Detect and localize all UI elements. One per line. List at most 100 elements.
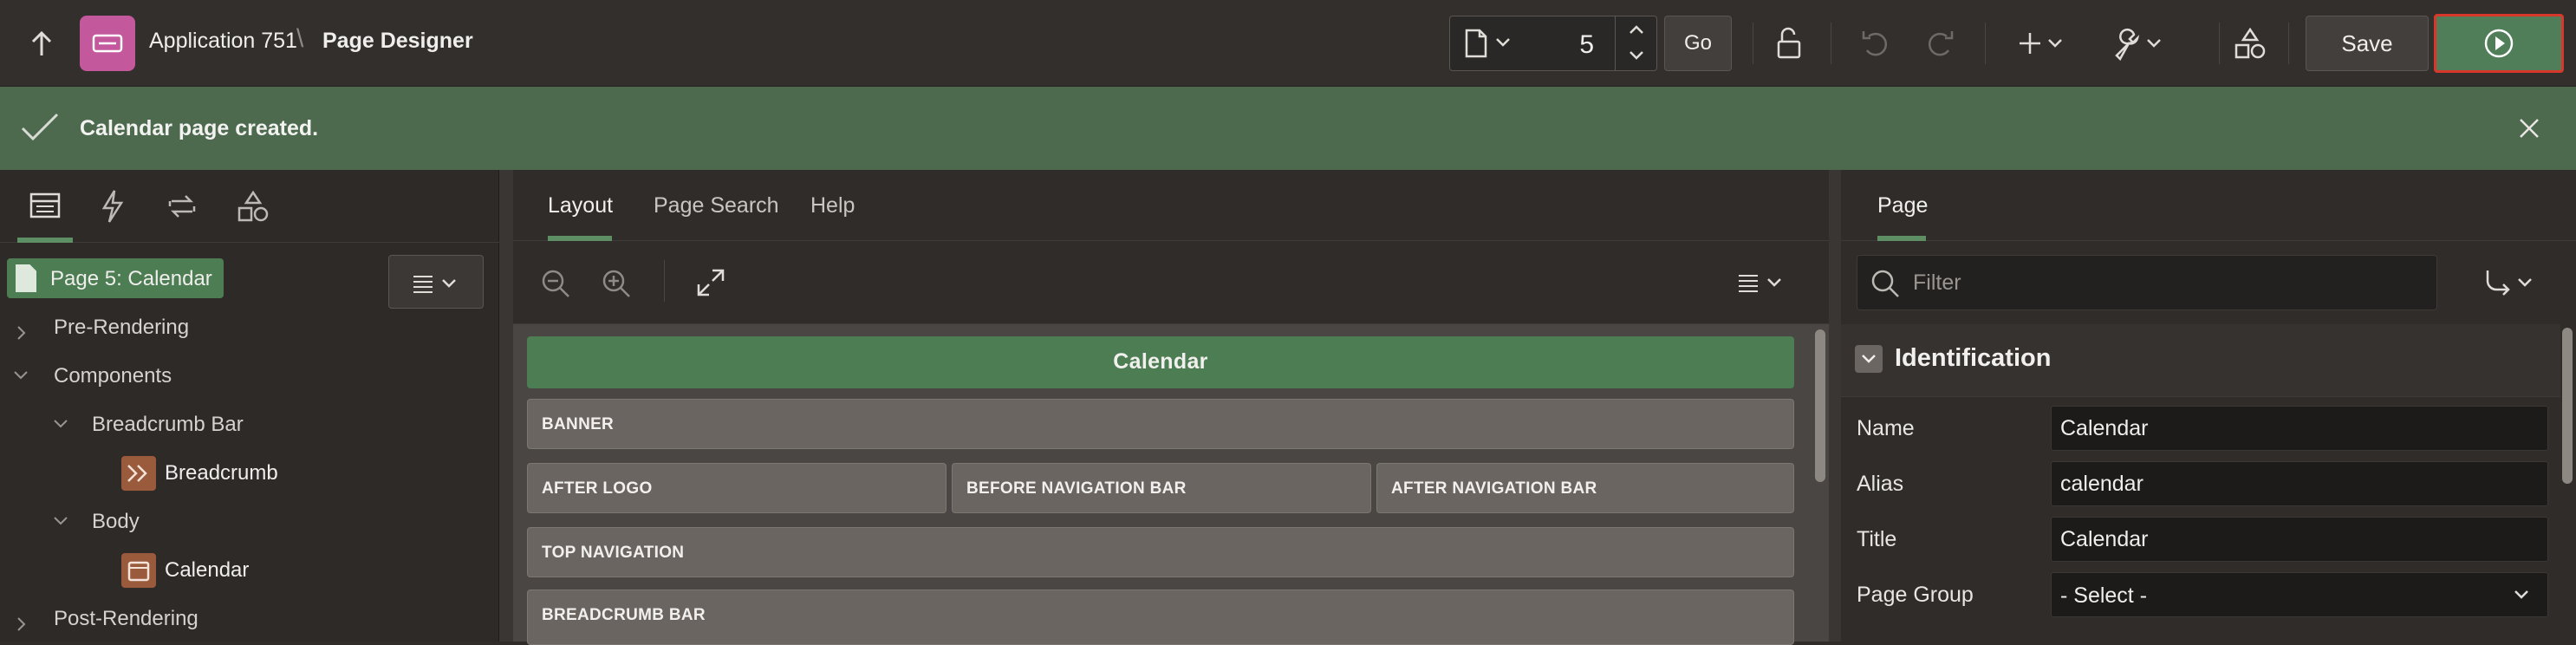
chevron-down-icon: [2513, 589, 2530, 601]
center-tabs: Layout Page Search Help: [513, 170, 1829, 241]
chevron-right-icon[interactable]: [16, 324, 28, 342]
breadcrumb-application[interactable]: Application 751: [149, 29, 297, 54]
chevron-down-icon[interactable]: [12, 369, 29, 381]
position-after-logo[interactable]: AFTER LOGO: [527, 463, 946, 513]
breadcrumb-separator: \: [296, 24, 304, 53]
toolbar-divider: [2288, 23, 2289, 64]
tab-dynamic-actions-icon[interactable]: [97, 189, 128, 224]
toolbar-divider: [1985, 23, 1986, 64]
tree-node-components[interactable]: Components: [54, 364, 172, 388]
rendering-tree-pane: Page 5: Calendar Pre-Rendering Component…: [0, 170, 499, 642]
layout-scrollbar[interactable]: [1815, 329, 1825, 482]
zoom-out-icon[interactable]: [539, 267, 572, 300]
spinner-divider: [1615, 16, 1616, 70]
breadcrumb-region-icon: [121, 456, 156, 491]
success-banner: Calendar page created.: [0, 87, 2576, 170]
banner-message: Calendar page created.: [80, 116, 319, 140]
spinner-up-icon[interactable]: [1627, 22, 1646, 37]
tab-page-search[interactable]: Page Search: [654, 193, 779, 218]
prop-alias-field[interactable]: [2051, 461, 2548, 506]
close-icon[interactable]: [2517, 116, 2541, 140]
active-tab-indicator: [17, 238, 73, 243]
tab-shared-components-icon[interactable]: [236, 189, 270, 224]
position-label: AFTER LOGO: [542, 479, 653, 498]
property-editor-pane: Page Identification Name Alias Title Pag…: [1841, 170, 2576, 642]
tree-menu-button[interactable]: [388, 255, 484, 309]
go-button[interactable]: Go: [1664, 16, 1732, 71]
tree-node-body[interactable]: Body: [92, 510, 140, 534]
application-icon[interactable]: [80, 16, 135, 71]
tab-layout[interactable]: Layout: [548, 193, 613, 218]
spinner-down-icon[interactable]: [1627, 48, 1646, 63]
position-label: BEFORE NAVIGATION BAR: [966, 479, 1187, 498]
layout-pane: Layout Page Search Help Calendar BANNER …: [513, 170, 1829, 645]
prop-alias-label: Alias: [1857, 472, 1904, 496]
page-file-icon[interactable]: [1464, 29, 1488, 58]
active-tab-indicator: [1877, 236, 1926, 241]
calendar-region-icon: [121, 553, 156, 588]
tree-node-post-rendering[interactable]: Post-Rendering: [54, 607, 198, 631]
top-toolbar: Application 751 \ Page Designer 5 Go Sav…: [0, 0, 2576, 87]
filter-input[interactable]: [1911, 256, 2431, 309]
search-icon: [1870, 268, 1901, 299]
layout-menu-icon[interactable]: [1737, 270, 1789, 296]
prop-title-field[interactable]: [2051, 517, 2548, 562]
right-splitter[interactable]: [1829, 170, 1841, 642]
wrench-icon[interactable]: [2111, 26, 2167, 61]
position-breadcrumb-bar[interactable]: BREADCRUMB BAR: [527, 590, 1794, 645]
tree-node-breadcrumb-bar[interactable]: Breadcrumb Bar: [92, 413, 244, 437]
left-splitter[interactable]: [499, 170, 513, 642]
property-scrollbar[interactable]: [2562, 328, 2573, 484]
undo-icon[interactable]: [1858, 26, 1893, 61]
position-label: AFTER NAVIGATION BAR: [1391, 479, 1597, 498]
chevron-down-icon: [1862, 355, 1876, 363]
tree-node-calendar[interactable]: Calendar: [165, 558, 249, 583]
left-tabs: [0, 170, 499, 243]
shapes-icon[interactable]: [2233, 26, 2267, 61]
zoom-in-icon[interactable]: [600, 267, 633, 300]
run-page-button[interactable]: [2434, 14, 2564, 73]
save-button[interactable]: Save: [2306, 16, 2429, 71]
section-title: Identification: [1895, 344, 2052, 372]
up-arrow-icon[interactable]: [26, 26, 57, 61]
tree-node-pre-rendering[interactable]: Pre-Rendering: [54, 316, 189, 340]
tab-page[interactable]: Page: [1877, 193, 1928, 218]
position-before-navigation-bar[interactable]: BEFORE NAVIGATION BAR: [952, 463, 1371, 513]
tab-processing-icon[interactable]: [165, 189, 199, 224]
play-icon: [2484, 29, 2514, 58]
position-top-navigation[interactable]: TOP NAVIGATION: [527, 527, 1794, 577]
prop-name-field[interactable]: [2051, 406, 2548, 451]
collapse-toggle[interactable]: [1855, 345, 1883, 373]
expand-icon[interactable]: [695, 267, 726, 298]
prop-page-group-select[interactable]: - Select -: [2051, 572, 2548, 617]
chevron-right-icon[interactable]: [16, 616, 28, 633]
right-tabs: Page: [1841, 170, 2576, 241]
menu-lines-icon: [413, 276, 456, 293]
plus-icon[interactable]: [2020, 28, 2068, 59]
chevron-down-icon[interactable]: [52, 515, 69, 527]
layout-toolbar: [513, 241, 1829, 324]
layout-grid: Calendar BANNER AFTER LOGO BEFORE NAVIGA…: [513, 324, 1829, 645]
toolbar-divider: [664, 260, 665, 302]
tab-help[interactable]: Help: [810, 193, 855, 218]
position-label: TOP NAVIGATION: [542, 544, 685, 562]
tree-root-page[interactable]: Page 5: Calendar: [7, 258, 224, 298]
redo-icon[interactable]: [1922, 26, 1957, 61]
position-banner[interactable]: BANNER: [527, 399, 1794, 449]
region-calendar[interactable]: Calendar: [527, 336, 1794, 388]
lock-icon[interactable]: [1772, 26, 1806, 61]
identification-section-header[interactable]: Identification: [1841, 324, 2560, 397]
position-after-navigation-bar[interactable]: AFTER NAVIGATION BAR: [1376, 463, 1794, 513]
select-value: - Select -: [2060, 583, 2148, 608]
tab-rendering-icon[interactable]: [28, 191, 62, 222]
chevron-down-icon[interactable]: [1495, 37, 1511, 48]
tree-root-label: Page 5: Calendar: [50, 267, 212, 290]
prop-title-label: Title: [1857, 527, 1897, 551]
tree-node-breadcrumb[interactable]: Breadcrumb: [165, 461, 278, 485]
region-calendar-label: Calendar: [1113, 349, 1208, 374]
go-to-group-icon[interactable]: [2482, 269, 2540, 296]
page-selector: 5: [1449, 16, 1657, 71]
page-number-input[interactable]: 5: [1579, 30, 1594, 60]
chevron-down-icon[interactable]: [52, 418, 69, 430]
prop-page-group-label: Page Group: [1857, 583, 1974, 607]
